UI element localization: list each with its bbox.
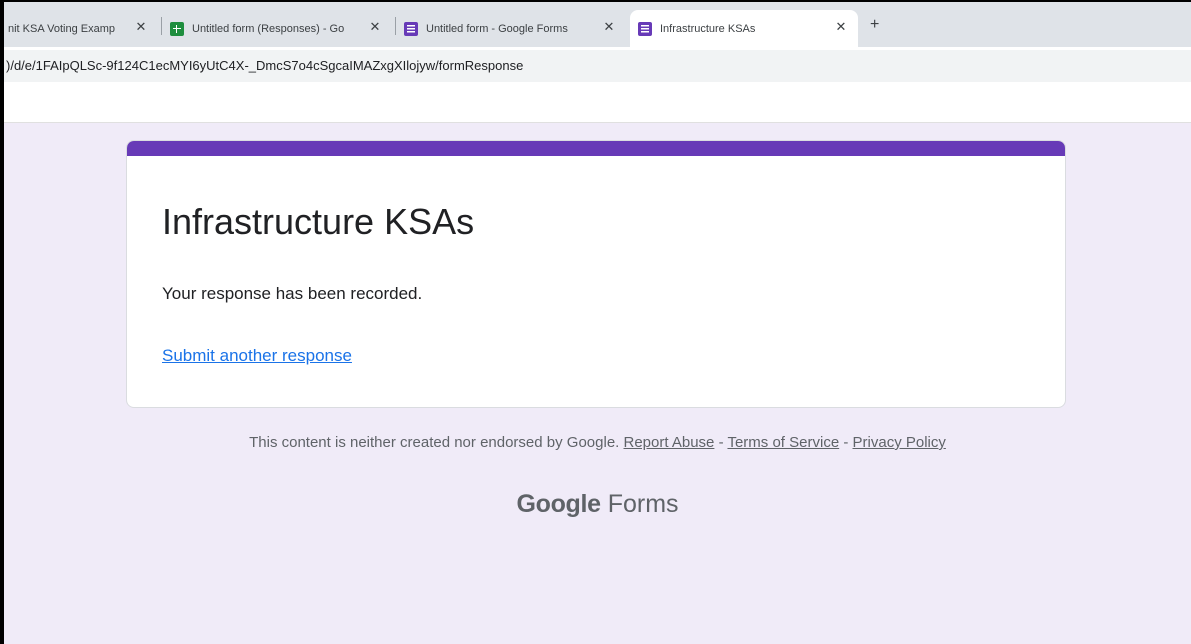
tab-strip: nit KSA Voting Examp ✕ Untitled form (Re… [4,2,1191,47]
tab-separator [395,17,396,35]
terms-of-service-link[interactable]: Terms of Service [727,434,839,451]
separator: - [839,434,853,451]
separator: - [714,434,728,451]
tab-infrastructure-ksas[interactable]: Infrastructure KSAs ✕ [630,10,858,47]
privacy-policy-link[interactable]: Privacy Policy [853,434,946,451]
disclaimer-text: This content is neither created nor endo… [249,434,620,451]
tab-separator [161,17,162,35]
page-title: Infrastructure KSAs [162,201,475,242]
bookmark-bar [4,83,1191,123]
tab-ksa-voting[interactable]: nit KSA Voting Examp ✕ [8,10,158,47]
report-abuse-link[interactable]: Report Abuse [624,434,715,451]
forms-icon [404,21,418,36]
tab-responses-sheet[interactable]: Untitled form (Responses) - Go ✕ [170,10,392,47]
browser-window: nit KSA Voting Examp ✕ Untitled form (Re… [0,0,1191,644]
tab-label: nit KSA Voting Examp [8,22,116,35]
close-icon[interactable]: ✕ [134,19,148,35]
tab-label: Infrastructure KSAs [660,22,756,35]
tab-untitled-form[interactable]: Untitled form - Google Forms ✕ [404,10,626,47]
address-bar[interactable]: )/d/e/1FAIpQLSc-9f124C1ecMYI6yUtC4X-_Dmc… [4,50,1191,82]
forms-icon [638,21,652,36]
logo-google: Google [516,490,601,518]
address-row: )/d/e/1FAIpQLSc-9f124C1ecMYI6yUtC4X-_Dmc… [4,47,1191,83]
google-forms-logo[interactable]: Google Forms [4,490,1191,519]
footer-disclaimer: This content is neither created nor endo… [4,434,1191,451]
tab-label: Untitled form - Google Forms [426,22,568,35]
tab-label: Untitled form (Responses) - Go [192,22,345,35]
logo-forms: Forms [607,490,679,518]
new-tab-button[interactable]: + [870,16,879,34]
form-confirmation-card: Infrastructure KSAs Your response has be… [126,140,1066,408]
close-icon[interactable]: ✕ [834,19,848,35]
card-accent-bar [127,141,1065,156]
close-icon[interactable]: ✕ [368,19,382,35]
confirmation-message: Your response has been recorded. [162,284,423,303]
submit-another-response-link[interactable]: Submit another response [162,346,352,366]
sheets-icon [170,21,184,36]
close-icon[interactable]: ✕ [602,19,616,35]
